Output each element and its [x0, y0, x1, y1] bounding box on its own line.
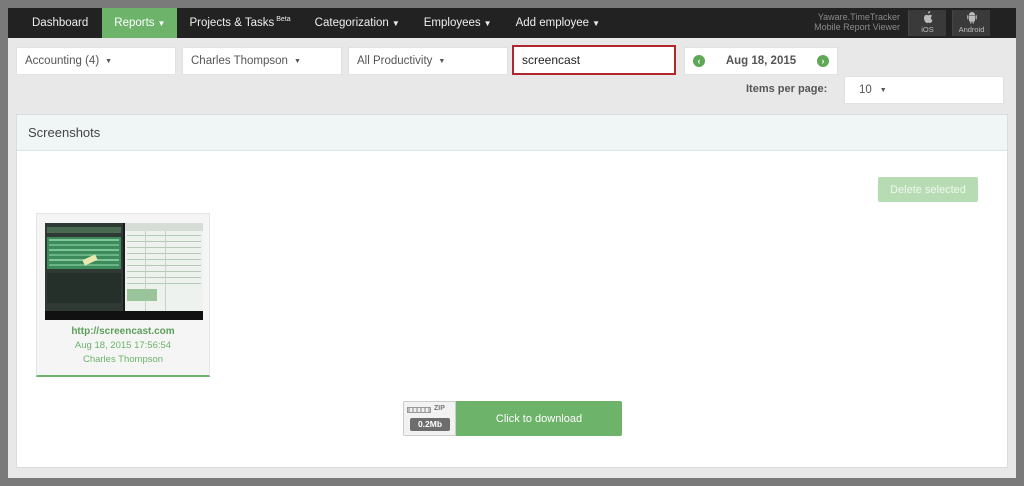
previous-date-icon[interactable]: ‹ [693, 55, 705, 67]
android-icon [966, 12, 977, 24]
next-date-icon[interactable]: › [816, 55, 829, 67]
caret-down-icon: ▼ [879, 86, 887, 94]
nav-dashboard[interactable]: Dashboard [8, 8, 102, 38]
chevron-down-icon: ▼ [592, 18, 601, 28]
items-per-page-value: 10 [859, 84, 872, 96]
brand-line-2: Mobile Report Viewer [814, 21, 900, 32]
caret-down-icon: ▼ [105, 57, 113, 65]
app-frame: Dashboard Reports ▼ Projects & Tasks Beta … [8, 8, 1016, 478]
department-select[interactable]: Accounting (4) ▼ [16, 47, 176, 75]
screenshot-datetime: Aug 18, 2015 17:56:54 [74, 340, 172, 351]
android-label: Android [958, 25, 985, 34]
search-input[interactable] [512, 45, 676, 75]
productivity-select[interactable]: All Productivity ▼ [348, 47, 508, 75]
delete-selected-button[interactable]: Delete selected [878, 177, 978, 202]
department-value: Accounting (4) [25, 55, 100, 67]
zip-archive-icon: ZIP 0.2Mb [403, 401, 456, 436]
items-per-page-label: Items per page: [746, 83, 828, 95]
screenshots-panel: Screenshots Delete selected http://scree… [16, 114, 1008, 468]
brand-text: Yaware.TimeTracker Mobile Report Viewer [814, 12, 900, 32]
nav-categorization[interactable]: Categorization ▼ [303, 8, 412, 38]
nav-projects-tasks[interactable]: Projects & Tasks Beta [177, 8, 302, 38]
current-date[interactable]: Aug 18, 2015 [726, 55, 796, 67]
nav-projects-label: Projects & Tasks [189, 17, 275, 29]
chevron-down-icon: ▼ [157, 18, 166, 28]
chevron-down-icon: ▼ [391, 18, 400, 28]
nav-employees-label: Employees [423, 17, 481, 29]
screenshot-thumbnail[interactable] [45, 223, 203, 320]
download-label: Click to download [456, 401, 622, 436]
panel-header: Screenshots [17, 115, 1007, 151]
nav-dashboard-label: Dashboard [32, 17, 89, 29]
download-zip-button[interactable]: ZIP 0.2Mb Click to download [403, 401, 622, 436]
panel-title: Screenshots [28, 125, 101, 140]
screenshot-meta: http://screencast.com Aug 18, 2015 17:56… [37, 325, 209, 367]
nav-reports[interactable]: Reports ▼ [102, 8, 178, 38]
screenshot-employee: Charles Thompson [82, 354, 164, 365]
top-navbar: Dashboard Reports ▼ Projects & Tasks Beta … [8, 8, 1016, 38]
nav-employees[interactable]: Employees ▼ [412, 8, 504, 38]
screenshot-card[interactable]: http://screencast.com Aug 18, 2015 17:56… [36, 213, 210, 377]
beta-badge: Beta [276, 15, 291, 23]
nav-categorization-label: Categorization [314, 17, 389, 29]
employee-value: Charles Thompson [191, 55, 288, 67]
productivity-value: All Productivity [357, 55, 433, 67]
caret-down-icon: ▼ [293, 57, 301, 65]
apple-icon [924, 11, 933, 23]
ios-app-button[interactable]: iOS [908, 10, 946, 36]
android-app-button[interactable]: Android [952, 10, 990, 36]
ios-label: iOS [921, 25, 934, 34]
employee-select[interactable]: Charles Thompson ▼ [182, 47, 342, 75]
nav-reports-label: Reports [114, 17, 155, 29]
caret-down-icon: ▼ [438, 57, 446, 65]
chevron-down-icon: ▼ [483, 18, 492, 28]
screenshot-url[interactable]: http://screencast.com [37, 325, 209, 339]
zip-bar-icon [407, 407, 431, 413]
zip-label: ZIP [434, 405, 445, 412]
zip-size: 0.2Mb [410, 418, 450, 431]
items-per-page-select[interactable]: 10 ▼ [844, 76, 1004, 104]
date-navigator: ‹ Aug 18, 2015 › [684, 47, 838, 75]
nav-add-employee[interactable]: Add employee ▼ [504, 8, 612, 38]
screenshot-image [45, 223, 203, 320]
nav-add-employee-label: Add employee [515, 17, 590, 29]
